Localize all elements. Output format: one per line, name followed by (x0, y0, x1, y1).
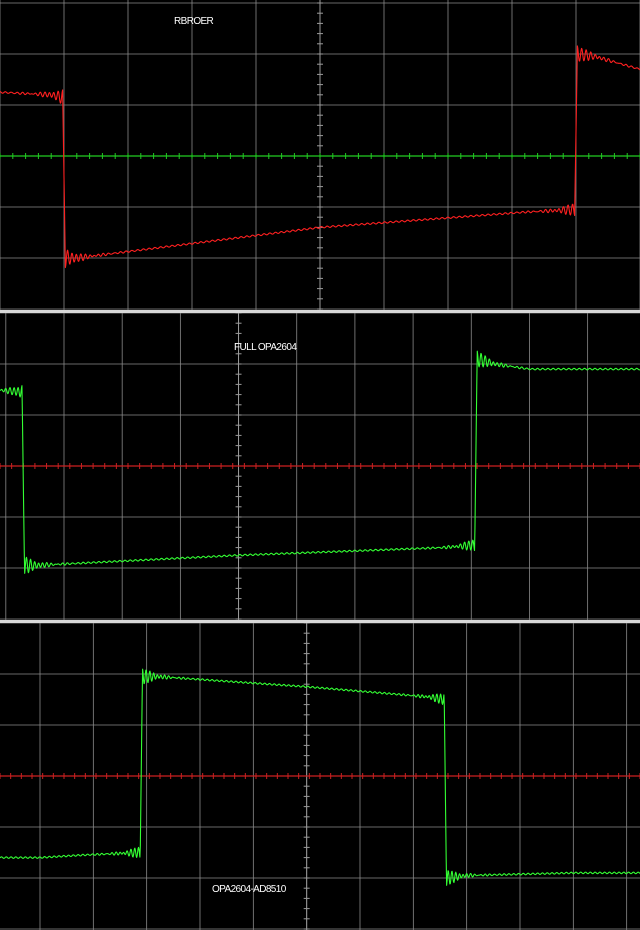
scope-panel-rbroer: RBROER (0, 0, 640, 310)
scope-plot-rbroer (0, 0, 640, 310)
scope-panel-full-opa2604: FULL OPA2604 (0, 313, 640, 620)
panel-title: RBROER (174, 16, 214, 27)
scope-plot-full-opa2604 (0, 313, 640, 620)
panel-title: FULL OPA2604 (234, 342, 297, 353)
oscilloscope-stack: RBROER FULL OPA2604 OPA2604-AD8510 (0, 0, 640, 930)
scope-panel-opa2604-ad8510: OPA2604-AD8510 (0, 623, 640, 930)
scope-plot-opa2604-ad8510 (0, 623, 640, 930)
panel-title: OPA2604-AD8510 (212, 884, 286, 895)
